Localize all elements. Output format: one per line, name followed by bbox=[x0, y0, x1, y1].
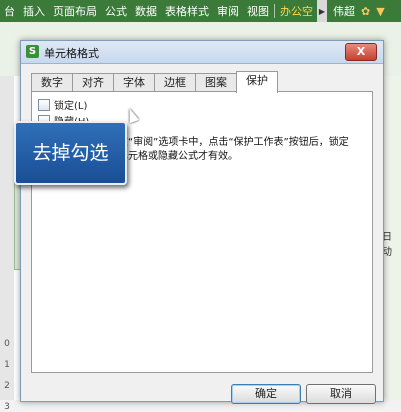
tab-separator bbox=[274, 4, 275, 18]
tab-border[interactable]: 边框 bbox=[154, 73, 196, 92]
tab-start[interactable]: 台 bbox=[0, 3, 19, 19]
ribbon-tab-bar: 台 插入 页面布局 公式 数据 表格样式 审阅 视图 办公空 ▶ 伟超 ✿ ▼ bbox=[0, 0, 401, 22]
right-panel-strip: 日动 bbox=[382, 76, 401, 400]
tab-protection[interactable]: 保护 bbox=[236, 71, 278, 93]
tab-insert[interactable]: 插入 bbox=[19, 3, 49, 19]
tab-table-style[interactable]: 表格样式 bbox=[161, 3, 213, 19]
dialog-tabs: 数字 对齐 字体 边框 图案 保护 bbox=[31, 71, 278, 93]
skin-icon[interactable]: ✿ bbox=[361, 5, 370, 18]
row-header-strip: 0 1 2 3 bbox=[0, 76, 15, 412]
lock-label: 锁定(L) bbox=[54, 101, 88, 112]
tab-review[interactable]: 审阅 bbox=[213, 3, 243, 19]
tab-font[interactable]: 字体 bbox=[113, 73, 155, 92]
lock-option[interactable]: 锁定(L) bbox=[38, 97, 87, 112]
shirt-icon[interactable]: ▼ bbox=[376, 5, 384, 18]
user-name[interactable]: 伟超 bbox=[333, 3, 355, 19]
lock-checkbox[interactable] bbox=[38, 98, 50, 111]
row-number: 3 bbox=[4, 402, 10, 412]
tab-formula[interactable]: 公式 bbox=[101, 3, 131, 19]
tab-view[interactable]: 视图 bbox=[243, 3, 273, 19]
row-number: 2 bbox=[4, 381, 10, 391]
tab-data[interactable]: 数据 bbox=[131, 3, 161, 19]
close-button[interactable]: X bbox=[345, 43, 377, 61]
tab-scroll-arrow-icon[interactable]: ▶ bbox=[317, 0, 327, 22]
cancel-button[interactable]: 取消 bbox=[306, 384, 376, 404]
instruction-callout: 去掉勾选 bbox=[14, 121, 127, 185]
right-panel-text: 日动 bbox=[382, 232, 392, 258]
row-number: 1 bbox=[4, 360, 10, 370]
tab-pattern[interactable]: 图案 bbox=[195, 73, 237, 92]
tab-alignment[interactable]: 对齐 bbox=[72, 73, 114, 92]
user-area: 伟超 ✿ ▼ bbox=[333, 3, 385, 19]
tab-page-layout[interactable]: 页面布局 bbox=[49, 3, 101, 19]
tab-number[interactable]: 数字 bbox=[31, 73, 73, 92]
tab-office[interactable]: 办公空 bbox=[276, 3, 317, 19]
dialog-titlebar[interactable]: S 单元格格式 X bbox=[21, 41, 383, 64]
dialog-title: 单元格格式 bbox=[44, 47, 99, 60]
row-number: 0 bbox=[4, 339, 10, 349]
app-logo-icon: S bbox=[26, 45, 39, 58]
ok-button[interactable]: 确定 bbox=[231, 384, 301, 404]
format-cells-dialog: S 单元格格式 X 数字 对齐 字体 边框 图案 保护 锁定(L) 隐藏(H) … bbox=[20, 40, 384, 404]
protection-description: 在“审阅”选项卡中，点击“保护工作表”按钮后，锁定单元格或隐藏公式才有效。 bbox=[118, 137, 349, 162]
